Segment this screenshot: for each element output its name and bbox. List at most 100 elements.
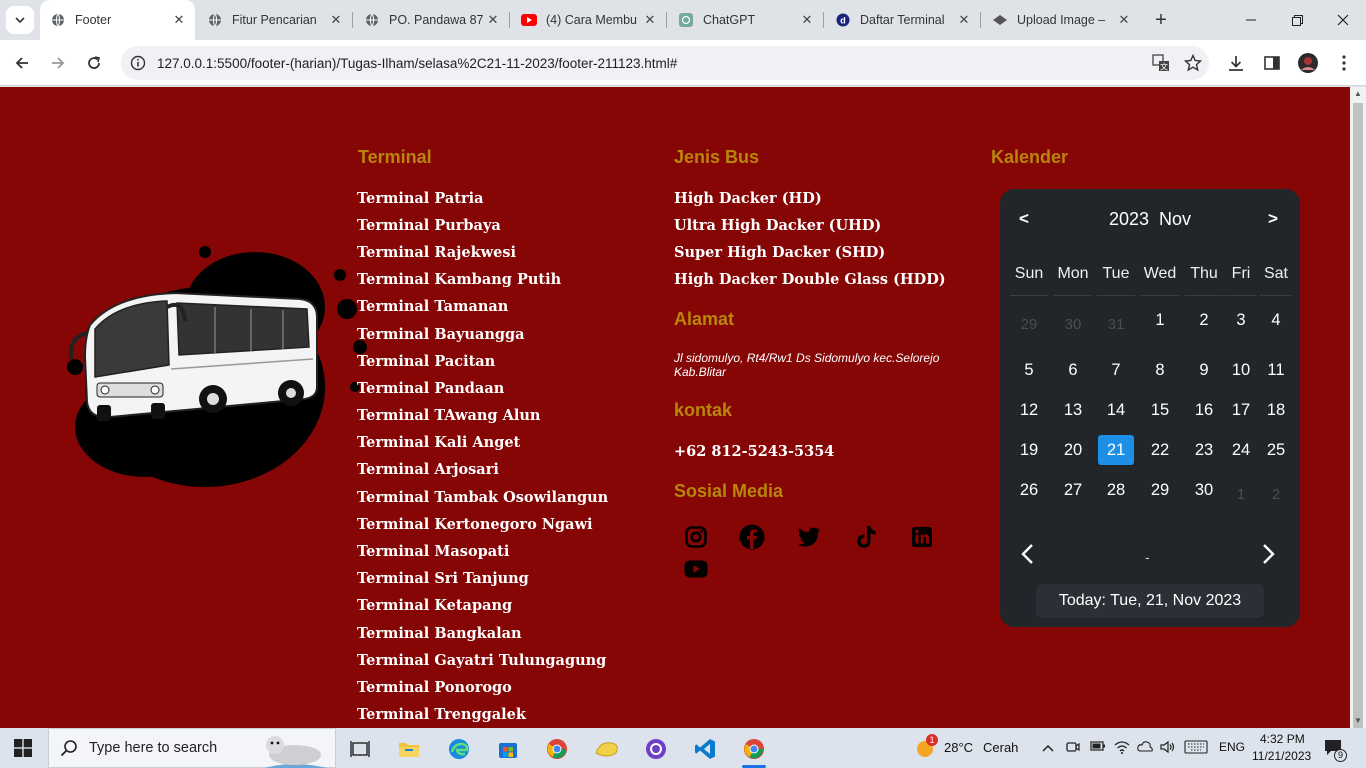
tab-daftar-terminal[interactable]: d Daftar Terminal ✕ [825, 0, 981, 40]
calendar-day[interactable]: 17 [1223, 395, 1259, 425]
calendar-day-outside[interactable]: 31 [1098, 310, 1134, 340]
phone-link[interactable]: +62 812-5243-5354 [674, 443, 834, 460]
calendar-day[interactable]: 25 [1258, 435, 1294, 465]
terminal-link[interactable]: Terminal Arjosari [357, 461, 499, 478]
terminal-link[interactable]: Terminal Patria [357, 190, 484, 207]
terminal-link[interactable]: Terminal Sri Tanjung [357, 570, 529, 587]
terminal-link[interactable]: Terminal Trenggalek [357, 706, 526, 723]
battery-icon[interactable] [1090, 740, 1106, 755]
cloud-icon[interactable] [1137, 740, 1153, 755]
instagram-icon[interactable] [682, 523, 710, 551]
gallery-button[interactable] [587, 732, 627, 766]
translate-icon[interactable]: 文 [1145, 54, 1177, 72]
download-icon[interactable] [1224, 51, 1248, 75]
tiktok-icon[interactable] [852, 523, 880, 551]
page-scrollbar[interactable]: ▲ ▼ [1350, 87, 1366, 735]
scroll-down-arrow-icon[interactable]: ▼ [1350, 714, 1366, 728]
terminal-link[interactable]: Terminal Bangkalan [357, 625, 522, 642]
terminal-link[interactable]: Terminal Kali Anget [357, 434, 520, 451]
calendar-day[interactable]: 18 [1258, 395, 1294, 425]
calendar-day[interactable]: 24 [1223, 435, 1259, 465]
url-text[interactable]: 127.0.0.1:5500/footer-(harian)/Tugas-Ilh… [155, 56, 1145, 71]
side-panel-icon[interactable] [1260, 51, 1284, 75]
calendar-day[interactable]: 11 [1258, 355, 1294, 385]
terminal-link[interactable]: Terminal Ketapang [357, 597, 512, 614]
calendar-day[interactable]: 15 [1142, 395, 1178, 425]
prev-month-button[interactable]: < [1019, 209, 1029, 229]
meet-now-icon[interactable] [1066, 740, 1080, 757]
terminal-link[interactable]: Terminal Kambang Putih [357, 271, 561, 288]
chrome-active-button[interactable] [734, 732, 774, 768]
calendar-day[interactable]: 16 [1186, 395, 1222, 425]
profile-avatar[interactable] [1296, 51, 1320, 75]
close-icon[interactable]: ✕ [169, 12, 189, 28]
volume-icon[interactable] [1160, 740, 1176, 757]
windows-start-button[interactable] [14, 739, 32, 757]
today-button[interactable]: Today: Tue, 21, Nov 2023 [1036, 584, 1264, 618]
terminal-link[interactable]: Terminal Kertonegoro Ngawi [357, 516, 593, 533]
address-bar[interactable]: 127.0.0.1:5500/footer-(harian)/Tugas-Ilh… [121, 46, 1209, 80]
minimize-button[interactable] [1228, 0, 1274, 40]
calendar-day[interactable]: 6 [1055, 355, 1091, 385]
twitter-icon[interactable] [795, 523, 823, 551]
terminal-link[interactable]: Terminal Masopati [357, 543, 509, 560]
back-button[interactable] [8, 49, 36, 77]
bus-type-link[interactable]: Super High Dacker (SHD) [674, 244, 885, 261]
calendar-day[interactable]: 14 [1098, 395, 1134, 425]
scroll-up-arrow-icon[interactable]: ▲ [1350, 87, 1366, 101]
calendar-day[interactable]: 3 [1223, 305, 1259, 335]
edge-button[interactable] [439, 732, 479, 766]
prev-range-button[interactable] [1020, 543, 1040, 569]
close-icon[interactable]: ✕ [326, 12, 346, 28]
calendar-day-outside[interactable]: 1 [1223, 480, 1259, 510]
terminal-link[interactable]: Terminal Gayatri Tulungagung [357, 652, 606, 669]
calendar-day[interactable]: 26 [1011, 475, 1047, 505]
clock-date[interactable]: 11/21/2023 [1252, 749, 1311, 763]
tab-youtube[interactable]: (4) Cara Membu ✕ [511, 0, 667, 40]
close-icon[interactable]: ✕ [640, 12, 660, 28]
bus-type-link[interactable]: High Dacker (HD) [674, 190, 822, 207]
close-icon[interactable]: ✕ [797, 12, 817, 28]
tab-po-pandawa[interactable]: PO. Pandawa 87 ✕ [354, 0, 510, 40]
tab-chatgpt[interactable]: ChatGPT ✕ [668, 0, 824, 40]
terminal-link[interactable]: Terminal Tambak Osowilangun [357, 489, 608, 506]
facebook-icon[interactable] [738, 523, 766, 551]
close-icon[interactable]: ✕ [954, 12, 974, 28]
terminal-link[interactable]: Terminal Rajekwesi [357, 244, 516, 261]
terminal-link[interactable]: Terminal Ponorogo [357, 679, 512, 696]
calendar-day[interactable]: 28 [1098, 475, 1134, 505]
site-info-icon[interactable] [121, 55, 155, 71]
calendar-day[interactable]: 19 [1011, 435, 1047, 465]
calendar-day[interactable]: 20 [1055, 435, 1091, 465]
next-month-button[interactable]: > [1268, 209, 1278, 229]
close-icon[interactable]: ✕ [1114, 12, 1134, 28]
terminal-link[interactable]: Terminal Pacitan [357, 353, 495, 370]
calendar-day-outside[interactable]: 30 [1055, 310, 1091, 340]
calendar-month[interactable]: Nov [1159, 209, 1191, 230]
calendar-day[interactable]: 12 [1011, 395, 1047, 425]
chrome-button[interactable] [537, 732, 577, 766]
file-explorer-button[interactable] [389, 732, 429, 766]
calendar-day[interactable]: 5 [1011, 355, 1047, 385]
restore-button[interactable] [1274, 0, 1320, 40]
calendar-day[interactable]: 30 [1186, 475, 1222, 505]
new-tab-button[interactable]: + [1148, 7, 1174, 33]
taskbar-search-input[interactable]: Type here to search [48, 728, 336, 768]
linkedin-icon[interactable] [908, 523, 936, 551]
tab-footer[interactable]: Footer ✕ [40, 0, 195, 40]
calendar-day[interactable]: 1 [1142, 305, 1178, 335]
chevron-up-icon[interactable] [1042, 740, 1054, 755]
close-icon[interactable]: ✕ [483, 12, 503, 28]
language-indicator[interactable]: ENG [1219, 740, 1245, 754]
vscode-button[interactable] [685, 732, 725, 766]
calendar-day[interactable]: 10 [1223, 355, 1259, 385]
youtube-icon[interactable] [682, 555, 710, 583]
calendar-day[interactable]: 29 [1142, 475, 1178, 505]
clock-time[interactable]: 4:32 PM [1260, 732, 1305, 746]
terminal-link[interactable]: Terminal Bayuangga [357, 326, 525, 343]
store-button[interactable] [488, 732, 528, 766]
github-desktop-button[interactable] [636, 732, 676, 766]
kebab-menu-icon[interactable] [1332, 51, 1356, 75]
star-icon[interactable] [1177, 54, 1209, 72]
tab-fitur-pencarian[interactable]: Fitur Pencarian ✕ [197, 0, 353, 40]
